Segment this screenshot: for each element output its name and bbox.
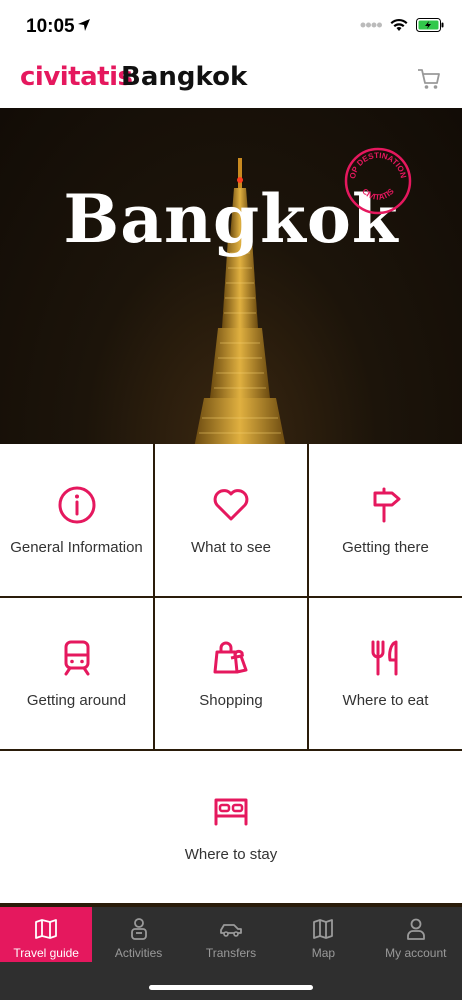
fork-knife-icon xyxy=(371,640,397,676)
battery-icon xyxy=(416,18,444,32)
signpost-icon xyxy=(373,487,400,522)
brand-logo: civitatis xyxy=(20,62,133,92)
heart-icon xyxy=(213,488,249,520)
tab-label: Map xyxy=(311,946,336,960)
train-icon xyxy=(64,640,89,676)
status-time: 10:05 xyxy=(26,16,75,37)
shopping-bags-icon xyxy=(213,641,248,674)
menu-label: Getting around xyxy=(26,692,127,709)
tab-activities[interactable]: Activities xyxy=(92,907,184,962)
tab-label: Activities xyxy=(114,946,163,960)
info-icon xyxy=(58,486,95,523)
tab-map[interactable]: Map xyxy=(277,907,369,962)
wifi-icon xyxy=(390,18,408,31)
tab-label: Transfers xyxy=(205,946,257,960)
home-indicator[interactable] xyxy=(149,985,313,990)
menu-shopping[interactable]: Shopping xyxy=(155,598,307,749)
menu-where-to-stay[interactable]: Where to stay xyxy=(0,751,462,903)
menu-label: Where to eat xyxy=(342,692,429,709)
city-title: Bangkok xyxy=(121,62,248,92)
tab-travel-guide[interactable]: Travel guide xyxy=(0,907,93,962)
top-destination-stamp: TOP DESTINATIONS CIVITATIS xyxy=(343,146,412,215)
tab-label: Travel guide xyxy=(13,946,79,960)
menu-label: Getting there xyxy=(342,538,429,556)
map-icon xyxy=(313,919,334,939)
account-icon xyxy=(406,918,425,940)
tab-transfers[interactable]: Transfers xyxy=(185,907,277,962)
menu-general-information[interactable]: General Information xyxy=(0,444,153,596)
svg-text:CIVITATIS: CIVITATIS xyxy=(360,186,396,202)
person-icon xyxy=(130,918,147,940)
menu-label: Shopping xyxy=(199,692,263,709)
app-header: civitatis Bangkok xyxy=(0,56,462,108)
guide-menu-grid: General Information What to see Getting … xyxy=(0,444,462,907)
bed-icon xyxy=(214,798,248,825)
menu-what-to-see[interactable]: What to see xyxy=(155,444,307,596)
status-bar: 10:05 xyxy=(0,0,462,56)
map-book-icon xyxy=(35,919,58,939)
signal-icon xyxy=(360,22,382,28)
car-icon xyxy=(220,924,242,937)
tab-my-account[interactable]: My account xyxy=(370,907,462,962)
location-arrow-icon xyxy=(78,19,90,31)
cart-icon[interactable] xyxy=(416,66,442,92)
menu-label: What to see xyxy=(190,538,272,556)
menu-label: Where to stay xyxy=(184,845,278,863)
tab-label: My account xyxy=(385,946,447,960)
menu-getting-around[interactable]: Getting around xyxy=(0,598,153,749)
menu-label: General Information xyxy=(10,538,143,556)
status-indicators xyxy=(360,18,444,32)
hero-banner: Bangkok TOP DESTINATIONS CIVITATIS xyxy=(0,108,462,444)
menu-getting-there[interactable]: Getting there xyxy=(309,444,462,596)
menu-where-to-eat[interactable]: Where to eat xyxy=(309,598,462,749)
